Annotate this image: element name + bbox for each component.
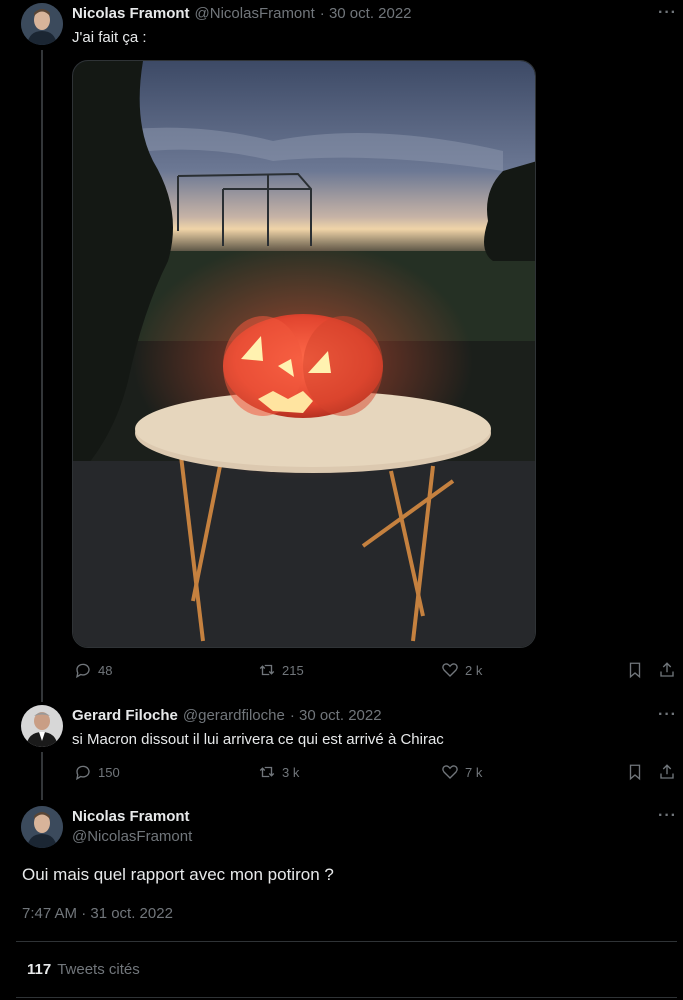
avatar[interactable] [21, 806, 63, 848]
tweet-date[interactable]: · 30 oct. 2022 [320, 5, 412, 22]
reply-count: 150 [98, 764, 120, 780]
tweet-timestamp[interactable]: 7:47 AM · 31 oct. 2022 [22, 905, 173, 922]
author-handle[interactable]: @gerardfiloche [183, 707, 285, 724]
retweet-button[interactable]: 3 k [258, 763, 299, 781]
reply-button[interactable]: 48 [74, 661, 112, 679]
retweet-icon [259, 766, 275, 778]
share-button[interactable] [658, 763, 676, 781]
reply-count: 48 [98, 662, 113, 678]
divider [16, 997, 677, 998]
tweet-text: J'ai fait ça : [72, 29, 147, 46]
bookmark-button[interactable] [626, 763, 644, 781]
bookmark-button[interactable] [626, 661, 644, 679]
tweet-date[interactable]: · 30 oct. 2022 [290, 707, 382, 724]
more-icon[interactable]: ··· [658, 807, 677, 825]
main-tweet-text: Oui mais quel rapport avec mon potiron ? [22, 865, 334, 884]
divider [16, 941, 677, 942]
quotes-label: Tweets cités [57, 961, 140, 978]
reply-icon [76, 765, 90, 781]
like-count: 7 k [465, 764, 483, 780]
author-name[interactable]: Nicolas Framont [72, 808, 190, 825]
author-handle[interactable]: @NicolasFramont [72, 828, 192, 845]
share-icon [660, 662, 674, 677]
heart-icon [442, 765, 458, 779]
avatar[interactable] [21, 705, 63, 747]
pumpkin-photo-icon [73, 61, 535, 647]
share-icon [660, 764, 674, 779]
quotes-count: 117 [27, 961, 52, 978]
reply-button[interactable]: 150 [74, 763, 120, 781]
share-button[interactable] [658, 661, 676, 679]
retweet-count: 3 k [282, 764, 300, 780]
reply-icon [76, 663, 90, 679]
author-name[interactable]: Nicolas Framont [72, 5, 190, 22]
author-handle[interactable]: @NicolasFramont [195, 5, 315, 22]
like-count: 2 k [465, 662, 483, 678]
more-icon[interactable]: ··· [658, 706, 677, 724]
tweet-photo[interactable] [72, 60, 536, 648]
retweet-count: 215 [282, 662, 304, 678]
author-name[interactable]: Gerard Filoche [72, 707, 178, 724]
avatar-photo-icon [21, 705, 63, 747]
retweet-icon [259, 664, 275, 676]
thread-line [41, 50, 43, 702]
like-button[interactable]: 7 k [441, 763, 482, 781]
bookmark-icon [629, 662, 641, 679]
retweet-button[interactable]: 215 [258, 661, 304, 679]
avatar-photo-icon [21, 3, 63, 45]
bookmark-icon [629, 764, 641, 781]
like-button[interactable]: 2 k [441, 661, 482, 679]
quote-tweets-link[interactable]: 117 Tweets cités [27, 961, 140, 978]
heart-icon [442, 663, 458, 677]
thread-line [41, 752, 43, 800]
more-icon[interactable]: ··· [658, 4, 677, 22]
tweet-text: si Macron dissout il lui arrivera ce qui… [72, 731, 444, 748]
avatar-photo-icon [21, 806, 63, 848]
avatar[interactable] [21, 3, 63, 45]
